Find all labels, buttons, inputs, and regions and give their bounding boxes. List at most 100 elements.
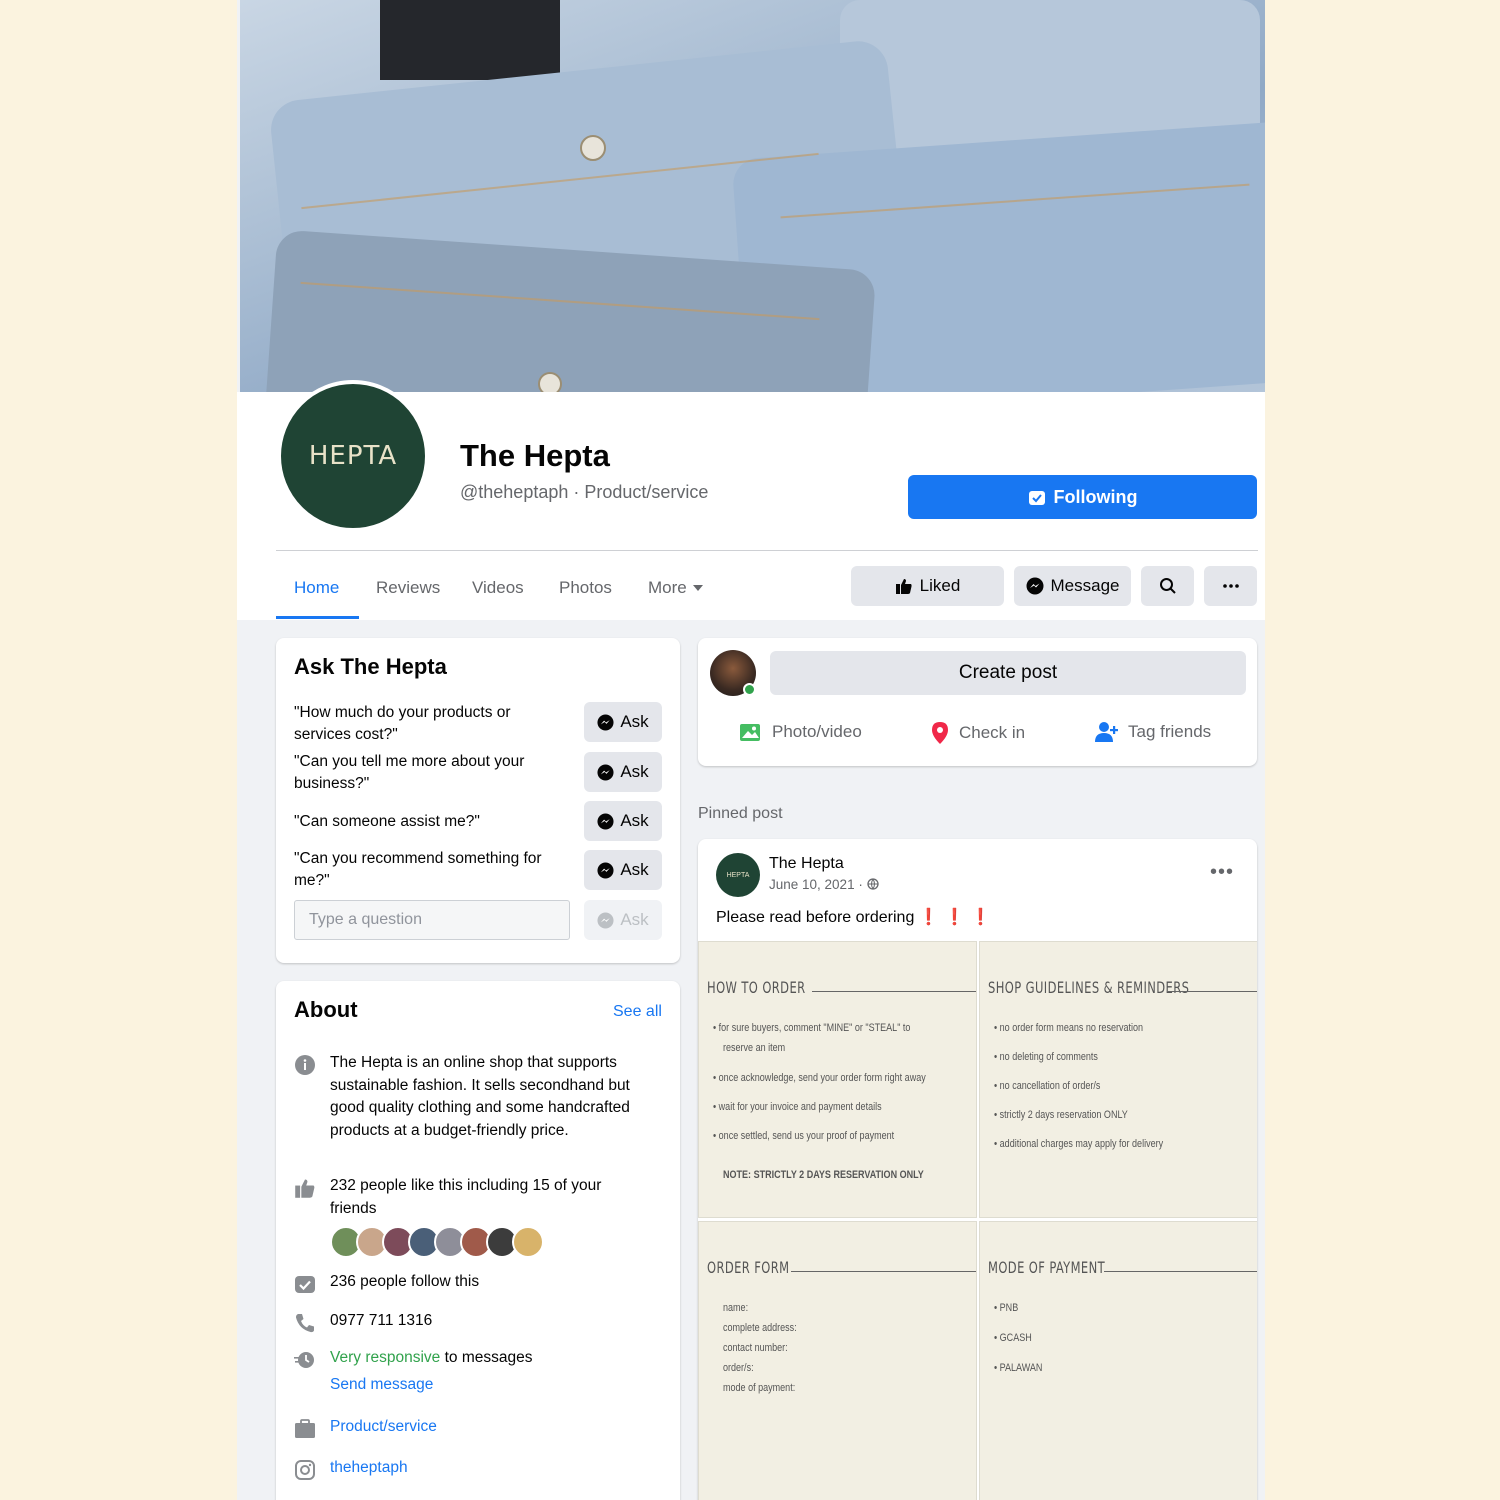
location-pin-icon <box>932 722 948 744</box>
post-text-body: Please read before ordering <box>716 909 915 926</box>
sheet-text: name: <box>723 1302 749 1314</box>
about-follows: 236 people follow this <box>330 1273 480 1290</box>
tag-friends-button[interactable]: Tag friends <box>1095 721 1211 743</box>
header-divider <box>276 550 1258 551</box>
caret-down-icon <box>692 585 703 591</box>
ask-label: Ask <box>620 910 649 929</box>
ask-submit-button[interactable]: Ask <box>584 900 662 940</box>
globe-icon <box>866 878 879 890</box>
sheet-text: reserve an item <box>723 1042 786 1054</box>
sheet-text: • for sure buyers, comment "MINE" or "ST… <box>713 1022 911 1034</box>
mode-of-payment-image[interactable]: MODE OF PAYMENT • PNB • GCASH • PALAWAN <box>979 1221 1257 1500</box>
facebook-page-frame: HEPTA The Hepta @theheptaph · Product/se… <box>237 0 1265 1500</box>
message-label: Message <box>1050 576 1120 595</box>
ask-label: Ask <box>620 762 649 781</box>
tab-home[interactable]: Home <box>294 578 339 598</box>
sheet-text: complete address: <box>723 1322 797 1334</box>
post-author-avatar[interactable]: HEPTA <box>716 853 760 897</box>
messenger-icon <box>1026 577 1043 595</box>
payment-title: MODE OF PAYMENT <box>988 1258 1106 1277</box>
post-avatar-logo: HEPTA <box>726 871 750 879</box>
about-card: About See all The Hepta is an online sho… <box>276 981 680 1500</box>
info-icon <box>295 1055 315 1075</box>
pinned-post-card: HEPTA The Hepta June 10, 2021 · ••• Plea… <box>698 839 1257 1500</box>
shop-guidelines-image[interactable]: SHOP GUIDELINES & REMINDERS • no order f… <box>979 941 1257 1218</box>
order-form-title: ORDER FORM <box>707 1258 790 1277</box>
sheet-text: • wait for your invoice and payment deta… <box>713 1101 882 1113</box>
tab-photos[interactable]: Photos <box>559 578 612 598</box>
messenger-icon <box>597 861 614 879</box>
liked-label: Liked <box>919 576 961 595</box>
check-in-label: Check in <box>959 723 1026 742</box>
ask-question-1: "How much do your products or services c… <box>294 704 511 743</box>
photo-video-button[interactable]: Photo/video <box>739 721 862 743</box>
question-input[interactable]: Type a question <box>294 900 570 940</box>
search-button[interactable] <box>1141 566 1194 606</box>
check-in-button[interactable]: Check in <box>930 721 1025 745</box>
about-likes: 232 people like this including 15 of you… <box>330 1177 602 1217</box>
ask-button-3[interactable]: Ask <box>584 801 662 841</box>
thumbs-up-icon <box>295 1179 315 1198</box>
very-responsive-text: Very responsive <box>330 1349 441 1366</box>
exclamation-emoji: ❗❗❗ <box>918 909 997 926</box>
tag-friends-icon <box>1095 722 1118 742</box>
friend-avatar[interactable] <box>512 1226 544 1258</box>
ask-question-3: "Can someone assist me?" <box>294 813 480 830</box>
messenger-icon <box>597 763 614 781</box>
ask-button-4[interactable]: Ask <box>584 850 662 890</box>
message-button[interactable]: Message <box>1014 566 1131 606</box>
sheet-text: • GCASH <box>994 1332 1032 1344</box>
cover-photo[interactable] <box>240 0 1265 392</box>
sheet-text: • no deleting of comments <box>994 1051 1098 1063</box>
tab-more[interactable]: More <box>648 578 703 598</box>
more-dots-icon <box>1222 584 1239 588</box>
avatar-logo-text: HEPTA <box>308 441 398 471</box>
see-all-link[interactable]: See all <box>613 1003 662 1021</box>
thumbs-up-icon <box>895 579 912 594</box>
tab-reviews[interactable]: Reviews <box>376 578 440 598</box>
page-avatar[interactable]: HEPTA <box>277 380 429 532</box>
pinned-post-label: Pinned post <box>698 805 783 822</box>
responsive-rest-text: to messages <box>440 1349 533 1366</box>
post-text: Please read before ordering ❗❗❗ <box>716 907 997 927</box>
sheet-text: • PALAWAN <box>994 1362 1043 1374</box>
category-briefcase-icon <box>295 1419 315 1438</box>
sheet-text: • once acknowledge, send your order form… <box>713 1072 926 1084</box>
post-date[interactable]: June 10, 2021 · <box>769 877 879 892</box>
fast-response-icon <box>294 1352 314 1368</box>
about-category-link[interactable]: Product/service <box>330 1416 650 1439</box>
ask-button-2[interactable]: Ask <box>584 752 662 792</box>
more-options-button[interactable] <box>1204 566 1257 606</box>
friends-avatars[interactable] <box>330 1226 544 1258</box>
tab-more-label: More <box>648 578 687 597</box>
messenger-icon <box>597 911 614 929</box>
follow-check-icon <box>295 1276 315 1293</box>
page-handle-category: @theheptaph · Product/service <box>460 482 709 502</box>
how-to-order-image[interactable]: HOW TO ORDER • for sure buyers, comment … <box>698 941 977 1218</box>
post-options-icon[interactable]: ••• <box>1210 861 1234 884</box>
post-author-name[interactable]: The Hepta <box>769 855 844 873</box>
sheet-text: • PNB <box>994 1302 1019 1314</box>
photo-icon <box>740 724 760 741</box>
ask-label: Ask <box>620 860 649 879</box>
following-label: Following <box>1053 486 1138 507</box>
ask-label: Ask <box>620 811 649 830</box>
sheet-text: • no order form means no reservation <box>994 1022 1144 1034</box>
following-button[interactable]: Following <box>908 475 1257 519</box>
create-post-input[interactable]: Create post <box>770 651 1246 695</box>
about-instagram-link[interactable]: theheptaph <box>330 1457 650 1480</box>
phone-icon <box>295 1314 314 1333</box>
active-tab-indicator <box>276 616 359 619</box>
ask-title: Ask The Hepta <box>294 654 447 679</box>
sheet-text: • no cancellation of order/s <box>994 1080 1101 1092</box>
about-responsive: Very responsive to messages <box>330 1347 650 1370</box>
ask-label: Ask <box>620 712 649 731</box>
create-post-card: Create post Photo/video Check in Tag fri… <box>698 638 1257 766</box>
ask-button-1[interactable]: Ask <box>584 702 662 742</box>
liked-button[interactable]: Liked <box>851 566 1004 606</box>
send-message-link[interactable]: Send message <box>330 1374 650 1397</box>
sheet-text: contact number: <box>723 1342 788 1354</box>
page-title: The Hepta <box>460 438 610 473</box>
order-form-image[interactable]: ORDER FORM name: complete address: conta… <box>698 1221 977 1500</box>
tab-videos[interactable]: Videos <box>472 578 524 598</box>
